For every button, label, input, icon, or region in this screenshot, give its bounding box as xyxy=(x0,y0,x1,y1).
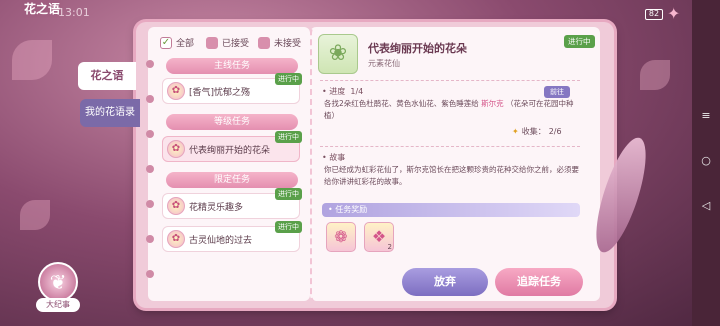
story-label-text: 故事 xyxy=(329,153,346,162)
category-main: 主线任务 xyxy=(166,58,298,74)
detail-title: 代表绚丽开始的花朵 xyxy=(368,42,467,55)
tab-flower-language[interactable]: 花之语 xyxy=(78,62,136,90)
filter-label: 全部 xyxy=(176,39,195,49)
binder-ring xyxy=(146,95,154,103)
divider xyxy=(320,146,580,147)
task-item[interactable]: ✿ [香气]忧郁之殇 进行中 xyxy=(162,73,302,104)
binder-ring xyxy=(146,60,154,68)
story-text: 你已经成为虹彩花仙了，斯尔克馆长在把这颗珍贵的花种交给你之前，必须要给你讲讲虹彩… xyxy=(324,165,579,186)
reward-header: • 任务奖励 xyxy=(322,203,580,217)
filter-all[interactable]: ✓ 全部 xyxy=(160,36,194,49)
task-item[interactable]: ✿ 古灵仙地的过去 进行中 xyxy=(162,221,302,252)
binder-ring xyxy=(146,165,154,173)
back-icon[interactable]: ◁ xyxy=(700,200,712,212)
home-icon[interactable]: ○ xyxy=(700,155,712,167)
status-badge: 进行中 xyxy=(275,221,302,233)
status-badge: 进行中 xyxy=(275,131,302,143)
status-badge: 进行中 xyxy=(275,73,302,85)
task-item[interactable]: ✿ 花精灵乐趣多 进行中 xyxy=(162,188,302,219)
binder-ring xyxy=(146,235,154,243)
star-close-icon[interactable]: ✦ xyxy=(667,4,680,23)
tab-flower-records[interactable]: 我的花语录 xyxy=(80,99,140,127)
task-name: 古灵仙地的过去 xyxy=(189,235,253,246)
collect-label: 收集： xyxy=(521,127,546,136)
filter-accepted[interactable]: 已接受 xyxy=(206,36,249,49)
flower-task-icon: ✿ xyxy=(167,230,185,248)
abandon-button[interactable]: 放弃 xyxy=(402,268,488,296)
bee-icon: ✦ xyxy=(512,127,519,136)
divider xyxy=(320,80,580,81)
category-limited: 限定任务 xyxy=(166,172,298,188)
npc-name: 斯尔克 xyxy=(481,99,504,108)
filter-label: 未接受 xyxy=(274,39,302,49)
flower-task-icon: ✿ xyxy=(167,82,185,100)
flower-box-icon[interactable]: ❁ xyxy=(326,222,356,252)
detail-subtitle: 元素花仙 xyxy=(368,59,400,68)
clock-readout: 13:01 xyxy=(58,6,90,19)
petal-decoration xyxy=(640,60,670,90)
flower-task-icon: ✿ xyxy=(167,140,185,158)
progress-label-text: 进度 xyxy=(329,87,346,96)
category-level: 等级任务 xyxy=(166,114,298,130)
task-name: [香气]忧郁之殇 xyxy=(189,87,251,98)
window-title: 花之语 xyxy=(24,2,61,16)
checkbox-icon xyxy=(206,36,218,49)
collect-value: 2/6 xyxy=(548,127,562,136)
binder-ring xyxy=(146,130,154,138)
goto-button[interactable]: 前往 xyxy=(544,86,570,98)
status-badge: 进行中 xyxy=(275,188,302,200)
battery-indicator: 82 xyxy=(645,9,663,20)
menu-icon[interactable]: ≡ xyxy=(700,110,712,122)
flower-fairy-icon: ❀ xyxy=(318,34,358,74)
filter-not-accepted[interactable]: 未接受 xyxy=(258,36,301,49)
petal-decoration xyxy=(12,40,52,80)
track-task-button[interactable]: 追踪任务 xyxy=(495,268,583,296)
progress-description: 各找2朵红色杜鹃花、黄色水仙花、紫色睡莲给 斯尔克 （花朵可在花园中种植） xyxy=(324,98,580,122)
reward-label: 任务奖励 xyxy=(335,205,368,214)
collect-counter: ✦ 收集： 2/6 xyxy=(512,126,562,137)
task-name: 代表绚丽开始的花朵 xyxy=(189,145,271,156)
task-item-selected[interactable]: ✿ 代表绚丽开始的花朵 进行中 xyxy=(162,131,302,162)
progress-text: 各找2朵红色杜鹃花、黄色水仙花、紫色睡莲给 xyxy=(324,99,479,108)
chronicle-label[interactable]: 大纪事 xyxy=(36,298,80,312)
binder-ring xyxy=(146,270,154,278)
task-name: 花精灵乐趣多 xyxy=(189,202,244,213)
reward-count: 2 xyxy=(387,243,392,251)
status-badge: 进行中 xyxy=(564,35,595,48)
flower-task-icon: ✿ xyxy=(167,197,185,215)
checkbox-icon xyxy=(258,36,270,49)
progress-label: • 进度 1/4 xyxy=(322,87,364,96)
binder-ring xyxy=(146,200,154,208)
petal-decoration xyxy=(20,200,50,230)
story-label: • 故事 xyxy=(322,153,346,162)
chronicle-icon[interactable]: ❦ xyxy=(38,262,78,302)
gift-box-icon[interactable]: ❖ 2 xyxy=(364,222,394,252)
check-icon: ✓ xyxy=(160,36,172,49)
progress-value: 1/4 xyxy=(350,87,364,96)
filter-label: 已接受 xyxy=(222,39,250,49)
